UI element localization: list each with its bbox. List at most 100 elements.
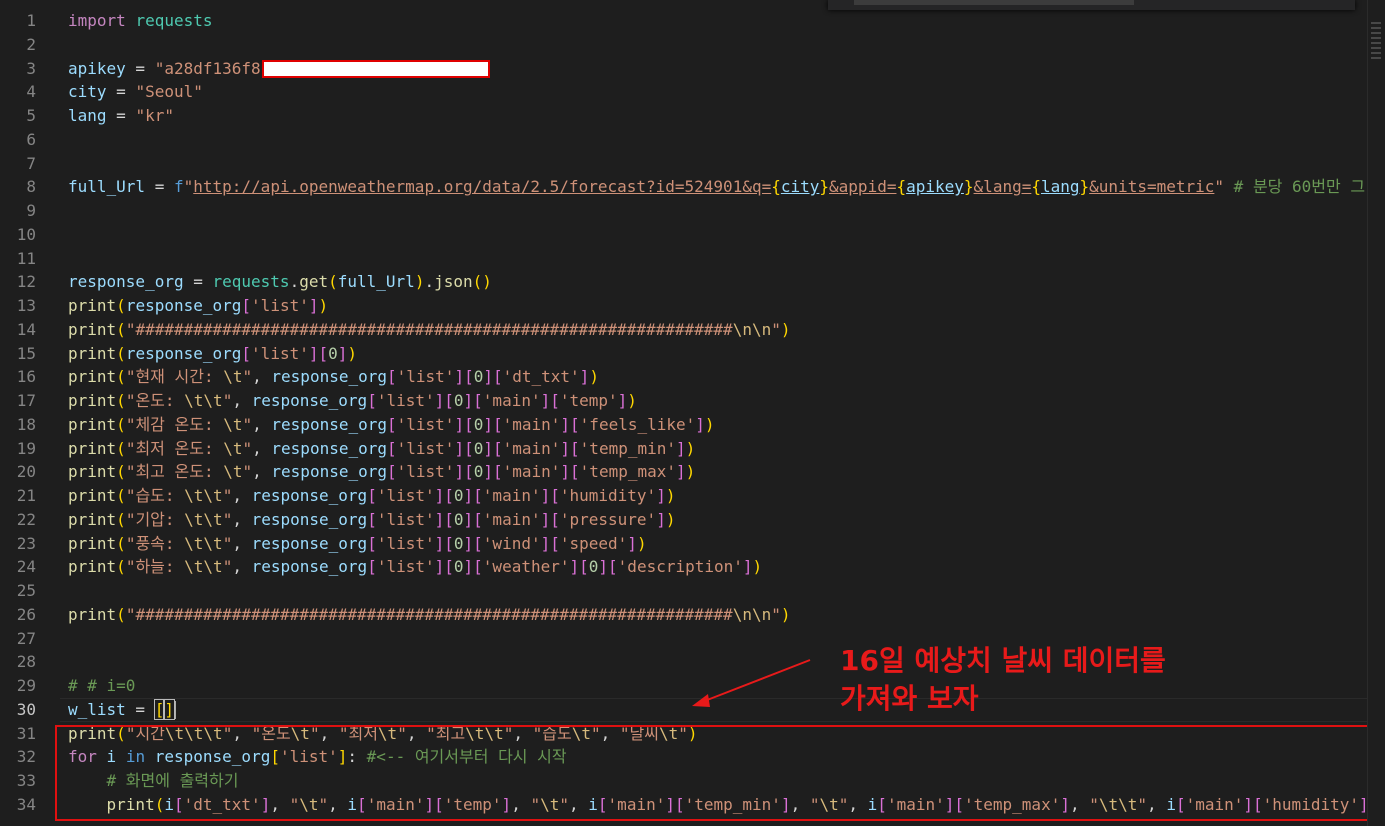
code-token: "최저 온도:	[125, 438, 224, 458]
code-token: 'speed'	[559, 533, 628, 553]
code-token: 0	[453, 557, 464, 577]
code-token: #<-- 여기서부터 다시 시작	[366, 747, 567, 767]
line-code[interactable]: print("최저 온도: \t", response_org['list'][…	[68, 437, 695, 461]
line-code[interactable]: print(i['dt_txt'], "\t", i['main']['temp…	[68, 793, 1369, 817]
code-token: print	[68, 343, 117, 363]
code-token: )	[347, 343, 358, 363]
code-line[interactable]: 13 print(response_org['list'])	[0, 294, 1368, 318]
code-token: ,	[252, 414, 272, 434]
code-line[interactable]: 32 for i in response_org['list']: #<-- 여기…	[0, 745, 1368, 769]
code-token: [	[1175, 794, 1186, 814]
code-line[interactable]: 12 response_org = requests.get(full_Url).…	[0, 270, 1368, 294]
line-code[interactable]: print("풍속: \t\t", response_org['list'][0…	[68, 532, 647, 556]
code-line[interactable]: 16 print("현재 시간: \t", response_org['list'…	[0, 365, 1368, 389]
line-number: 33	[16, 771, 36, 790]
line-code[interactable]: apikey = "a28df136f8	[68, 57, 490, 81]
code-token: "	[242, 367, 253, 387]
code-token: "	[771, 604, 781, 624]
line-code[interactable]: print("기압: \t\t", response_org['list'][0…	[68, 508, 675, 532]
code-line[interactable]: 9	[0, 199, 1368, 223]
code-token: "최고	[426, 723, 466, 743]
code-line[interactable]: 11	[0, 247, 1368, 271]
line-number: 20	[16, 462, 36, 482]
line-code[interactable]: print("#################################…	[68, 603, 791, 627]
code-line[interactable]: 5 lang = "kr"	[0, 104, 1368, 128]
code-token: ][	[463, 557, 483, 577]
code-token: ,	[232, 557, 252, 577]
code-line[interactable]: 8 full_Url = f"http://api.openweathermap.…	[0, 175, 1368, 199]
code-line[interactable]: 2	[0, 33, 1368, 57]
line-code[interactable]: city = "Seoul"	[68, 80, 203, 104]
code-line[interactable]: 21 print("습도: \t\t", response_org['list']…	[0, 484, 1368, 508]
code-token: \t	[223, 462, 243, 482]
code-token: ]	[656, 486, 666, 505]
code-token: "	[222, 723, 233, 743]
line-code[interactable]: print("체감 온도: \t", response_org['list'][…	[68, 413, 715, 437]
line-code[interactable]: # 화면에 출력하기	[68, 769, 239, 793]
code-token: &appid=	[829, 177, 897, 197]
line-code[interactable]: print("시간\t\t\t", "온도\t", "최저\t", "최고\t\…	[68, 722, 697, 746]
line-number: 34	[16, 794, 36, 814]
code-line[interactable]: 4 city = "Seoul"	[0, 80, 1368, 104]
code-token: ,	[848, 794, 868, 814]
code-line[interactable]: 14 print("###############################…	[0, 318, 1368, 342]
code-token: ][	[1243, 794, 1263, 814]
line-code[interactable]: lang = "kr"	[68, 104, 174, 128]
line-code[interactable]: full_Url = f"http://api.openweathermap.o…	[68, 175, 1365, 199]
line-code[interactable]: print("최고 온도: \t", response_org['list'][…	[68, 460, 695, 484]
line-code[interactable]: print("습도: \t\t", response_org['list'][0…	[68, 484, 675, 508]
code-line[interactable]: 18 print("체감 온도: \t", response_org['list'…	[0, 413, 1368, 437]
line-number: 25	[16, 581, 36, 600]
find-input[interactable]	[854, 0, 1134, 5]
code-line[interactable]: 20 print("최고 온도: \t", response_org['list'…	[0, 460, 1368, 484]
line-code[interactable]: print("#################################…	[68, 318, 791, 342]
code-token: \t	[540, 794, 560, 814]
code-token: "최고 온도:	[125, 462, 224, 482]
line-code[interactable]: print("하늘: \t\t", response_org['list'][0…	[68, 555, 762, 579]
line-code[interactable]: print(response_org['list'])	[68, 294, 328, 318]
code-line[interactable]: 19 print("최저 온도: \t", response_org['list'…	[0, 437, 1368, 461]
code-token: "	[289, 794, 300, 814]
code-editor[interactable]: 1 import requests 2 3 apikey = "a28df136f8 4 c…	[0, 0, 1385, 826]
code-token: [	[387, 414, 397, 434]
code-token: 'main'	[502, 462, 561, 482]
code-token: requests	[135, 11, 213, 30]
code-token: response_org	[125, 296, 242, 315]
line-number: 29	[16, 676, 36, 695]
code-token: 0	[453, 533, 464, 553]
code-token: ,	[1147, 794, 1167, 814]
code-token: "하늘:	[125, 557, 185, 577]
line-code[interactable]: print(response_org['list'][0])	[68, 342, 357, 366]
code-token: 'list'	[251, 343, 309, 363]
code-line[interactable]: 22 print("기압: \t\t", response_org['list']…	[0, 508, 1368, 532]
code-token: ]	[163, 698, 175, 720]
code-line[interactable]: 3 apikey = "a28df136f8	[0, 57, 1368, 81]
code-line[interactable]: 15 print(response_org['list'][0])	[0, 342, 1368, 366]
code-line[interactable]: 7	[0, 152, 1368, 176]
line-number: 31	[16, 723, 36, 743]
code-line[interactable]: 6	[0, 128, 1368, 152]
code-token: "온도	[251, 723, 291, 743]
code-line[interactable]: 33 # 화면에 출력하기	[0, 769, 1368, 793]
line-code[interactable]: for i in response_org['list']: #<-- 여기서부…	[68, 745, 567, 769]
code-line[interactable]: 17 print("온도: \t\t", response_org['list']…	[0, 389, 1368, 413]
code-line[interactable]: 26 print("###############################…	[0, 603, 1368, 627]
code-token: (	[116, 604, 126, 624]
code-line[interactable]: 24 print("하늘: \t\t", response_org['list']…	[0, 555, 1368, 579]
code-token: \t\t\t	[164, 723, 223, 743]
line-code[interactable]: response_org = requests.get(full_Url).js…	[68, 270, 492, 294]
line-number: 30	[16, 699, 36, 719]
line-code[interactable]: print("현재 시간: \t", response_org['list'][…	[68, 365, 599, 389]
code-line[interactable]: 34 print(i['dt_txt'], "\t", i['main']['t…	[0, 793, 1369, 817]
code-line[interactable]: 1 import requests	[0, 9, 1368, 33]
line-code[interactable]: w_list = []	[68, 698, 176, 722]
line-code[interactable]: print("온도: \t\t", response_org['list'][0…	[68, 389, 637, 413]
code-line[interactable]: 10	[0, 223, 1368, 247]
line-code[interactable]: # # i=0	[68, 674, 135, 698]
line-code[interactable]: import requests	[68, 9, 213, 33]
code-line[interactable]: 31 print("시간\t\t\t", "온도\t", "최저\t", "최고\…	[0, 722, 1368, 746]
code-line[interactable]: 23 print("풍속: \t\t", response_org['list']…	[0, 532, 1368, 556]
code-line[interactable]: 25	[0, 579, 1368, 603]
vertical-scrollbar[interactable]	[1367, 0, 1385, 826]
code-token: "	[222, 557, 233, 577]
